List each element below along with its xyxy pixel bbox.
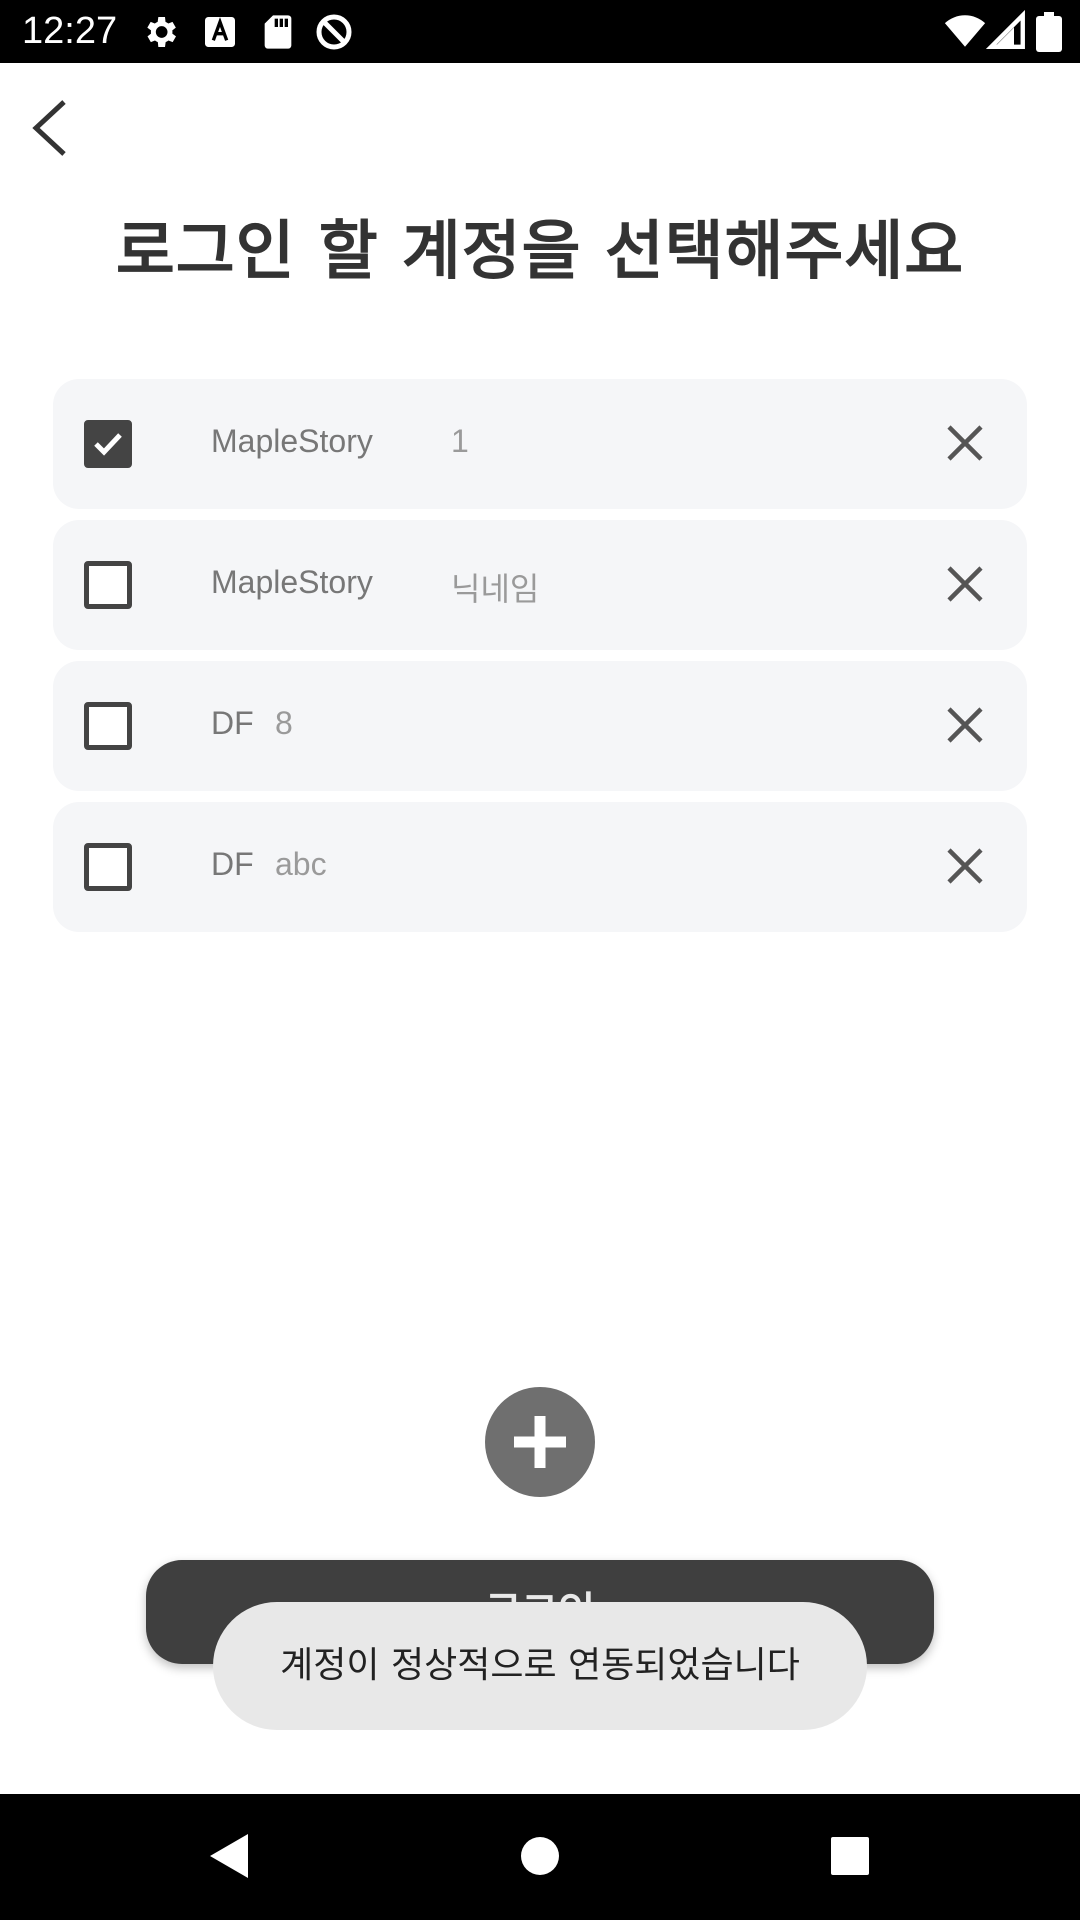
recents-square-icon[interactable]	[824, 1830, 876, 1882]
close-icon	[947, 425, 983, 461]
back-triangle-icon[interactable]	[204, 1830, 256, 1882]
close-icon	[947, 848, 983, 884]
account-game: DF	[211, 846, 254, 882]
account-list: MapleStory 1 MapleStory 닉네임 DF 8 DF abc	[53, 379, 1027, 943]
account-game: MapleStory	[211, 423, 373, 459]
toast-message: 계정이 정상적으로 연동되었습니다	[213, 1602, 867, 1730]
remove-account-button[interactable]	[941, 560, 989, 608]
home-circle-icon[interactable]	[514, 1830, 566, 1882]
remove-account-button[interactable]	[941, 842, 989, 890]
font-a-icon	[205, 17, 235, 47]
account-row-df-abc[interactable]: DF abc	[53, 802, 1027, 932]
signal-icon	[986, 10, 1025, 49]
account-checkbox[interactable]	[84, 420, 132, 468]
navigation-bar	[0, 1794, 1080, 1920]
page-title: 로그인 할 계정을 선택해주세요	[115, 215, 965, 289]
plus-icon	[514, 1416, 566, 1468]
account-name: 닉네임	[451, 571, 540, 607]
add-account-button[interactable]	[485, 1387, 595, 1497]
account-checkbox[interactable]	[84, 843, 132, 891]
remove-account-button[interactable]	[941, 701, 989, 749]
account-checkbox[interactable]	[84, 561, 132, 609]
gear-icon	[147, 17, 176, 47]
account-name: 1	[451, 423, 469, 459]
checkmark-icon	[94, 433, 122, 456]
account-game: MapleStory	[211, 564, 373, 600]
account-checkbox[interactable]	[84, 702, 132, 750]
account-row-df-8[interactable]: DF 8	[53, 661, 1027, 791]
status-bar: 12:27	[0, 0, 1080, 63]
account-game: DF	[211, 705, 254, 741]
close-icon	[947, 566, 983, 602]
account-row-maplestory-1[interactable]: MapleStory 1	[53, 379, 1027, 509]
wifi-icon	[944, 15, 986, 47]
chevron-left-icon	[32, 100, 66, 156]
account-row-maplestory-nickname[interactable]: MapleStory 닉네임	[53, 520, 1027, 650]
account-name: 8	[275, 705, 293, 741]
close-icon	[947, 707, 983, 743]
account-name: abc	[275, 846, 327, 882]
remove-account-button[interactable]	[941, 419, 989, 467]
back-button[interactable]	[26, 96, 76, 160]
battery-icon	[1036, 12, 1062, 52]
do-not-disturb-icon	[316, 14, 352, 50]
sd-card-icon	[264, 15, 292, 49]
status-time: 12:27	[22, 10, 118, 52]
